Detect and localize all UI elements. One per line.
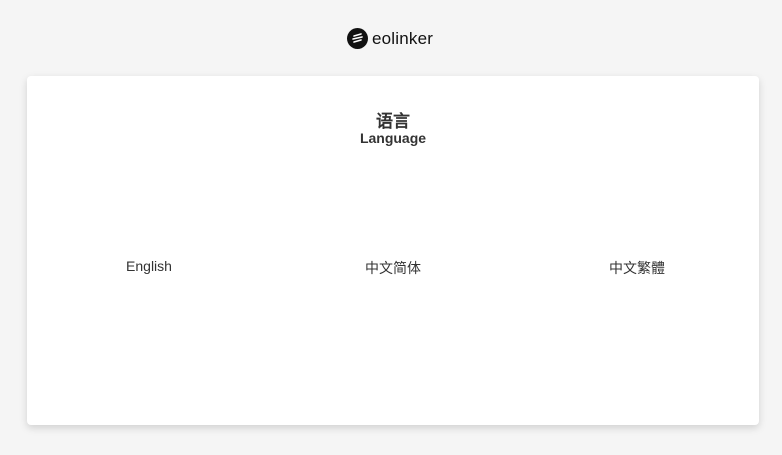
language-options: English 中文简体 中文繁體 (27, 258, 759, 278)
eolinker-logo: eolinker (347, 28, 433, 49)
eolinker-logo-icon (347, 28, 368, 49)
language-selection-card: 语言 Language English 中文简体 中文繁體 (27, 76, 759, 425)
language-option-traditional-chinese[interactable]: 中文繁體 (515, 258, 759, 278)
page-subtitle: Language (359, 130, 427, 146)
language-option-simplified-chinese[interactable]: 中文简体 (271, 258, 515, 278)
page-title: 语言 (376, 112, 410, 131)
language-option-english[interactable]: English (27, 258, 271, 278)
brand-name: eolinker (372, 28, 434, 48)
